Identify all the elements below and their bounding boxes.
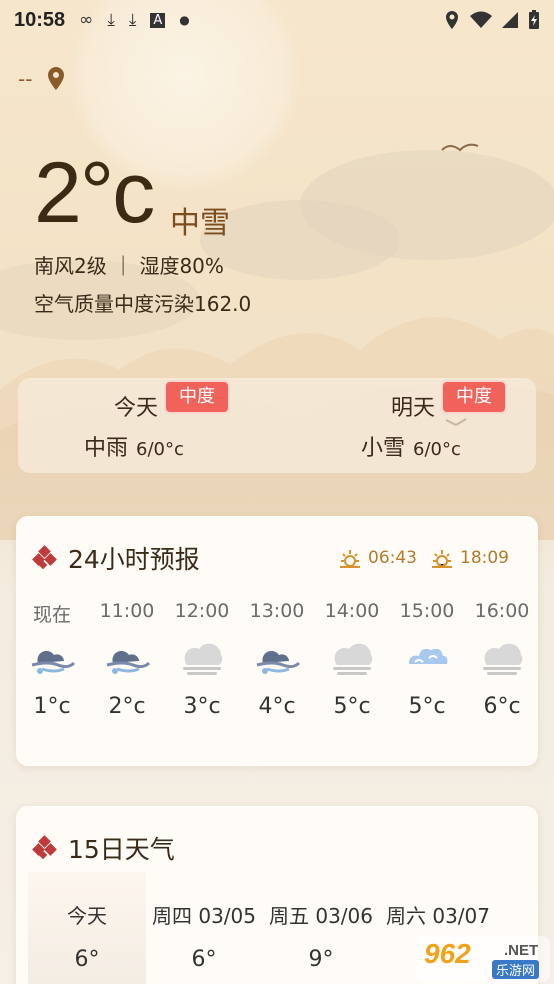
diamond-icon — [32, 545, 57, 570]
sunset: 18:09 — [430, 548, 509, 568]
signal-icon — [502, 12, 518, 28]
daily-title: 15日天气 — [32, 830, 175, 866]
hour-temp: 5°c — [333, 694, 371, 719]
day-item[interactable]: 周四 03/05 6° — [145, 872, 263, 984]
day-temp: 6° — [74, 947, 100, 972]
hour-time: 15:00 — [399, 600, 455, 622]
hour-temp: 3°c — [183, 694, 221, 719]
dot-icon: ● — [179, 13, 190, 27]
day-name: 周 — [496, 900, 538, 929]
wind-humidity: 南风2级 ｜ 湿度80% — [34, 254, 224, 278]
location-pin-icon — [446, 11, 458, 29]
hourly-forecast-card: 24小时预报 06:43 18:09 现在 1°c 11:00 2°c 12:00 3°c… — [16, 516, 538, 766]
air-quality: 空气质量中度污染162.0 — [34, 292, 252, 316]
hour-item: 现在 1°c — [16, 600, 92, 719]
location-selector[interactable]: -- — [18, 66, 66, 92]
hour-time: 14:00 — [324, 600, 380, 622]
hour-item: 15:00 5°c — [387, 600, 467, 719]
hour-item: 14:00 5°c — [312, 600, 392, 719]
today-tomorrow-card[interactable]: 今天 中度 中雨 6/0°c 明天 中度 小雪 6/0°c — [18, 378, 536, 473]
sunrise-icon — [340, 550, 360, 568]
hour-temp: 1°c — [33, 694, 71, 719]
watermark-logo: 962 .NET 乐游网 — [416, 936, 550, 982]
hourly-title: 24小时预报 — [32, 540, 200, 576]
hour-temp: 4°c — [258, 694, 296, 719]
day-name: 周六 03/07 — [386, 904, 490, 928]
aqi-badge: 中度 — [443, 382, 505, 412]
download-icon: ⤓ — [107, 10, 115, 30]
hour-time: 12:00 — [174, 600, 230, 622]
hour-item: 16:00 6°c — [462, 600, 538, 719]
battery-icon — [529, 10, 539, 29]
hour-temp: 2°c — [108, 694, 146, 719]
tomorrow-summary[interactable]: 明天 中度 小雪 6/0°c — [277, 378, 536, 473]
day-name: 今天 — [67, 904, 107, 928]
status-bar: 10:58 ∞ ⤓ ⤓ A ● — [0, 0, 554, 40]
current-temperature: 2°c — [34, 145, 155, 241]
location-name: -- — [18, 67, 33, 91]
day-temp: 9° — [308, 947, 334, 972]
fog-cloud-icon — [162, 630, 242, 688]
fog-cloud-icon — [312, 630, 392, 688]
location-pin-icon — [48, 67, 65, 90]
wifi-icon — [470, 11, 492, 28]
hour-temp: 6°c — [483, 694, 521, 719]
day-item[interactable]: 周五 03/06 9° — [262, 872, 380, 984]
fog-cloud-icon — [462, 630, 538, 688]
day-name: 周五 03/06 — [269, 904, 373, 928]
day-condition: 中雨 6/0°c — [84, 436, 184, 461]
bird-icon — [441, 143, 479, 152]
sunrise: 06:43 — [338, 548, 417, 568]
windy-cloud-icon — [87, 630, 167, 688]
windy-cloud-icon — [16, 630, 92, 688]
download-icon: ⤓ — [128, 10, 137, 30]
hour-temp: 5°c — [408, 694, 446, 719]
day-label: 今天 — [114, 396, 159, 421]
hourly-list[interactable]: 现在 1°c 11:00 2°c 12:00 3°c 13:00 4°c 14:00 5°c 15:… — [16, 600, 538, 740]
hour-time: 11:00 — [99, 600, 155, 622]
infinity-icon: ∞ — [79, 10, 94, 30]
hour-time: 16:00 — [474, 600, 530, 622]
day-label: 明天 — [391, 396, 436, 421]
day-temp: 6° — [191, 947, 217, 972]
aqi-badge: 中度 — [166, 382, 228, 412]
day-condition: 小雪 6/0°c — [361, 436, 461, 461]
today-summary[interactable]: 今天 中度 中雨 6/0°c — [18, 378, 277, 473]
hour-item: 11:00 2°c — [87, 600, 167, 719]
hour-item: 12:00 3°c — [162, 600, 242, 719]
app-a-icon: A — [150, 12, 166, 28]
current-condition: 中雪 — [170, 206, 230, 241]
sunset-icon — [432, 550, 452, 568]
hour-time: 13:00 — [249, 600, 305, 622]
day-name: 周四 03/05 — [152, 904, 256, 928]
hour-item: 13:00 4°c — [237, 600, 317, 719]
day-item[interactable]: 今天 6° — [28, 872, 146, 984]
diamond-icon — [32, 835, 57, 860]
windy-cloud-icon — [237, 630, 317, 688]
hour-time: 现在 — [32, 604, 71, 626]
auspicious-cloud-icon — [387, 630, 467, 688]
status-time: 10:58 — [14, 8, 66, 31]
